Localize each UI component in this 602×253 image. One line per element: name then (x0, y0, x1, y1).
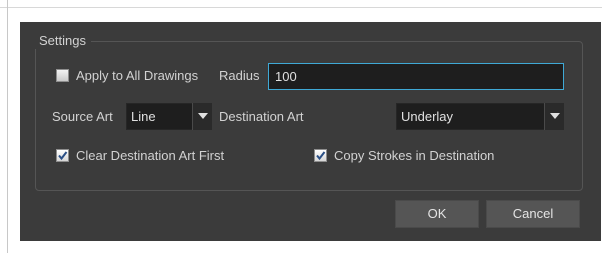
clear-destination-art-checkbox[interactable] (56, 149, 69, 162)
clear-destination-art-label[interactable]: Clear Destination Art First (76, 148, 224, 164)
destination-art-dropdown[interactable]: Underlay (396, 103, 564, 130)
source-art-value: Line (131, 109, 156, 124)
apply-to-all-drawings-checkbox[interactable] (56, 69, 69, 82)
settings-dialog: Settings Apply to All Drawings Radius So… (20, 22, 601, 241)
checkmark-icon (58, 151, 68, 161)
frame-left-border (7, 0, 8, 253)
radius-label: Radius (219, 68, 260, 83)
copy-strokes-label[interactable]: Copy Strokes in Destination (334, 148, 494, 164)
radius-input[interactable] (268, 63, 564, 90)
destination-art-value: Underlay (401, 109, 454, 124)
source-art-dropdown[interactable]: Line (126, 103, 212, 130)
settings-group-title: Settings (34, 33, 91, 49)
chevron-down-icon (198, 113, 208, 119)
destination-art-label: Destination Art (219, 109, 304, 124)
cancel-button[interactable]: Cancel (486, 200, 580, 228)
chevron-down-icon (550, 113, 560, 119)
screenshot-frame: Settings Apply to All Drawings Radius So… (0, 0, 602, 253)
checkmark-icon (316, 151, 326, 161)
source-art-dropdown-button[interactable] (192, 103, 212, 130)
destination-art-dropdown-button[interactable] (544, 103, 564, 130)
frame-top-border (0, 7, 602, 8)
copy-strokes-checkbox[interactable] (314, 149, 327, 162)
apply-to-all-drawings-label[interactable]: Apply to All Drawings (76, 68, 198, 84)
ok-button[interactable]: OK (395, 200, 479, 228)
source-art-label: Source Art (52, 109, 113, 124)
